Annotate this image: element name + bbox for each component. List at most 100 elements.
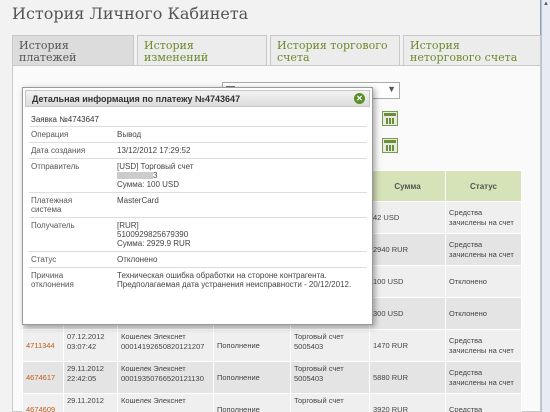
- label-line: Причина: [31, 271, 64, 280]
- sender-account: [USD] Торговый счет: [117, 162, 194, 171]
- payment-details-modal: Детальная информация по платежу №4743647…: [22, 87, 373, 325]
- sum-cell: 1470 RUR: [369, 329, 446, 362]
- tab-bar: История платежей История изменений Истор…: [12, 35, 541, 66]
- account: Торговый счет: [294, 396, 344, 405]
- sum-cell: 3920 RUR: [369, 393, 446, 412]
- scroll-up-icon[interactable]: ▲: [542, 0, 550, 9]
- date: 29.11.2012: [67, 396, 104, 405]
- page-title: История Личного Кабинета: [12, 4, 249, 23]
- recipient-currency: [RUR]: [117, 221, 139, 230]
- label-line: Платежная: [31, 196, 73, 205]
- sum-cell: 300 USD: [369, 297, 446, 330]
- column-header-sum: Сумма: [369, 170, 446, 202]
- sender-account-tail: 3: [153, 171, 158, 180]
- detail-row-payment-system: Платежная система MasterCard: [29, 192, 367, 218]
- detail-row-recipient: Получатель [RUR] 5100929825679390 Сумма:…: [29, 217, 367, 252]
- column-header-status: Статус: [445, 170, 522, 202]
- table-row: 4711344 07.12.2012 03:07:42 Кошелек Элекс…: [22, 329, 522, 362]
- wallet: Кошелек Элекснет: [121, 332, 186, 341]
- wallet-cell: Кошелек Элекснет 00014192650820121207: [117, 329, 214, 362]
- detail-value: Вывод: [115, 126, 367, 143]
- modal-title: Детальная информация по платежу №4743647: [32, 94, 241, 104]
- sum-cell: 42 USD: [369, 201, 446, 234]
- label-line: отклонения: [31, 280, 74, 289]
- tab-label: История торгового счета: [277, 39, 388, 64]
- table-row: 4674617 29.11.2012 22:42:05 Кошелек Элекс…: [22, 361, 522, 394]
- tab-trading-account-history[interactable]: История торгового счета: [270, 35, 400, 65]
- detail-row-status: Статус Отклонено: [29, 251, 367, 268]
- sum-cell: 5880 RUR: [369, 361, 446, 394]
- detail-row-created: Дата создания 13/12/2012 17:29:52: [29, 142, 367, 159]
- account-number: 5005403: [294, 374, 324, 383]
- status-cell: Средства зачислены на счет: [445, 361, 522, 394]
- detail-row-reason: Причина отклонения Техническая ошибка обр…: [29, 267, 367, 292]
- masked-account-number: [117, 172, 153, 180]
- date-cell: 07.12.2012 03:07:42: [63, 329, 118, 362]
- account-cell: Торговый счет: [290, 393, 370, 412]
- wallet-cell: Кошелек Элекснет: [117, 393, 214, 412]
- payment-id-link[interactable]: 4711344: [22, 329, 64, 362]
- detail-label: Дата создания: [29, 142, 115, 159]
- detail-row-operation: Операция Вывод: [29, 126, 367, 143]
- sender-amount: Сумма: 100 USD: [117, 180, 180, 189]
- payment-id-link[interactable]: 4674617: [22, 361, 64, 394]
- tab-nontrading-account-history[interactable]: История неторгового счета: [403, 35, 541, 65]
- status-cell: Средства зачислены на счет: [445, 233, 522, 266]
- recipient-amount: Сумма: 2929.9 RUR: [117, 239, 191, 248]
- detail-label: Статус: [29, 251, 115, 268]
- order-number: Заявка №4743647: [31, 115, 99, 124]
- detail-label: Отправитель: [29, 158, 115, 193]
- wallet-cell: Кошелек Элекснет 00019350766520121130: [117, 361, 214, 394]
- detail-value: Отклонено: [115, 251, 367, 268]
- detail-label: Платежная система: [29, 192, 115, 218]
- wallet: Кошелек Элекснет: [121, 364, 186, 373]
- tab-label: История изменений: [144, 39, 209, 64]
- wallet-number: 00019350766520121130: [121, 374, 204, 383]
- wallet: Кошелек Элекснет: [121, 396, 186, 405]
- date: 29.11.2012: [67, 364, 104, 373]
- detail-value: 13/12/2012 17:29:52: [115, 142, 367, 159]
- tab-change-history[interactable]: История изменений: [137, 35, 267, 65]
- date: 07.12.2012: [67, 332, 105, 341]
- operation-cell: Пополнение: [213, 393, 291, 412]
- time: 03:07:42: [67, 342, 97, 351]
- account-cell: Торговый счет 5005403: [290, 329, 370, 362]
- account: Торговый счет: [294, 364, 344, 373]
- detail-value: [RUR] 5100929825679390 Сумма: 2929.9 RUR: [115, 217, 367, 252]
- detail-row-sender: Отправитель [USD] Торговый счет 3 Сумма:…: [29, 158, 367, 193]
- status-cell: Средства: [445, 393, 522, 412]
- status-cell: Средства зачислены на счет: [445, 201, 522, 234]
- account-number: 5005403: [294, 342, 324, 351]
- window-frame: История Личного Кабинета История платеже…: [0, 0, 541, 412]
- sum-cell: 2940 RUR: [369, 233, 446, 266]
- time: 22:42:05: [67, 374, 97, 383]
- recipient-card: 5100929825679390: [117, 230, 189, 239]
- tab-payment-history[interactable]: История платежей: [12, 35, 134, 66]
- details-table: Операция Вывод Дата создания 13/12/2012 …: [29, 126, 367, 292]
- tab-label: История неторгового счета: [410, 39, 518, 64]
- modal-header: Детальная информация по платежу №4743647…: [25, 90, 370, 107]
- detail-value: Техническая ошибка обработки на стороне …: [115, 267, 367, 292]
- account: Торговый счет: [294, 332, 344, 341]
- date-cell: 29.11.2012: [63, 393, 118, 412]
- wallet-number: 00014192650820121207: [121, 342, 205, 351]
- status-cell: Отклонено: [445, 265, 522, 298]
- operation-cell: Пополнение: [213, 361, 291, 394]
- status-cell: Отклонено: [445, 297, 522, 330]
- tab-label: История платежей: [19, 39, 77, 64]
- calendar-icon[interactable]: [382, 138, 398, 153]
- calendar-icon[interactable]: [382, 111, 398, 126]
- close-icon[interactable]: ✕: [354, 93, 365, 104]
- detail-label: Получатель: [29, 217, 115, 252]
- sum-cell: 100 USD: [369, 265, 446, 298]
- chevron-down-icon: ▼: [387, 84, 396, 94]
- operation-cell: Пополнение: [213, 329, 291, 362]
- table-row: 4674609 29.11.2012 Кошелек Элекснет Попо…: [22, 393, 522, 412]
- detail-value: [USD] Торговый счет 3 Сумма: 100 USD: [115, 158, 367, 193]
- vertical-scrollbar[interactable]: ▲: [541, 0, 550, 412]
- detail-label: Операция: [29, 126, 115, 143]
- payment-id-link[interactable]: 4674609: [22, 393, 64, 412]
- account-cell: Торговый счет 5005403: [290, 361, 370, 394]
- detail-value: MasterCard: [115, 192, 367, 218]
- date-cell: 29.11.2012 22:42:05: [63, 361, 118, 394]
